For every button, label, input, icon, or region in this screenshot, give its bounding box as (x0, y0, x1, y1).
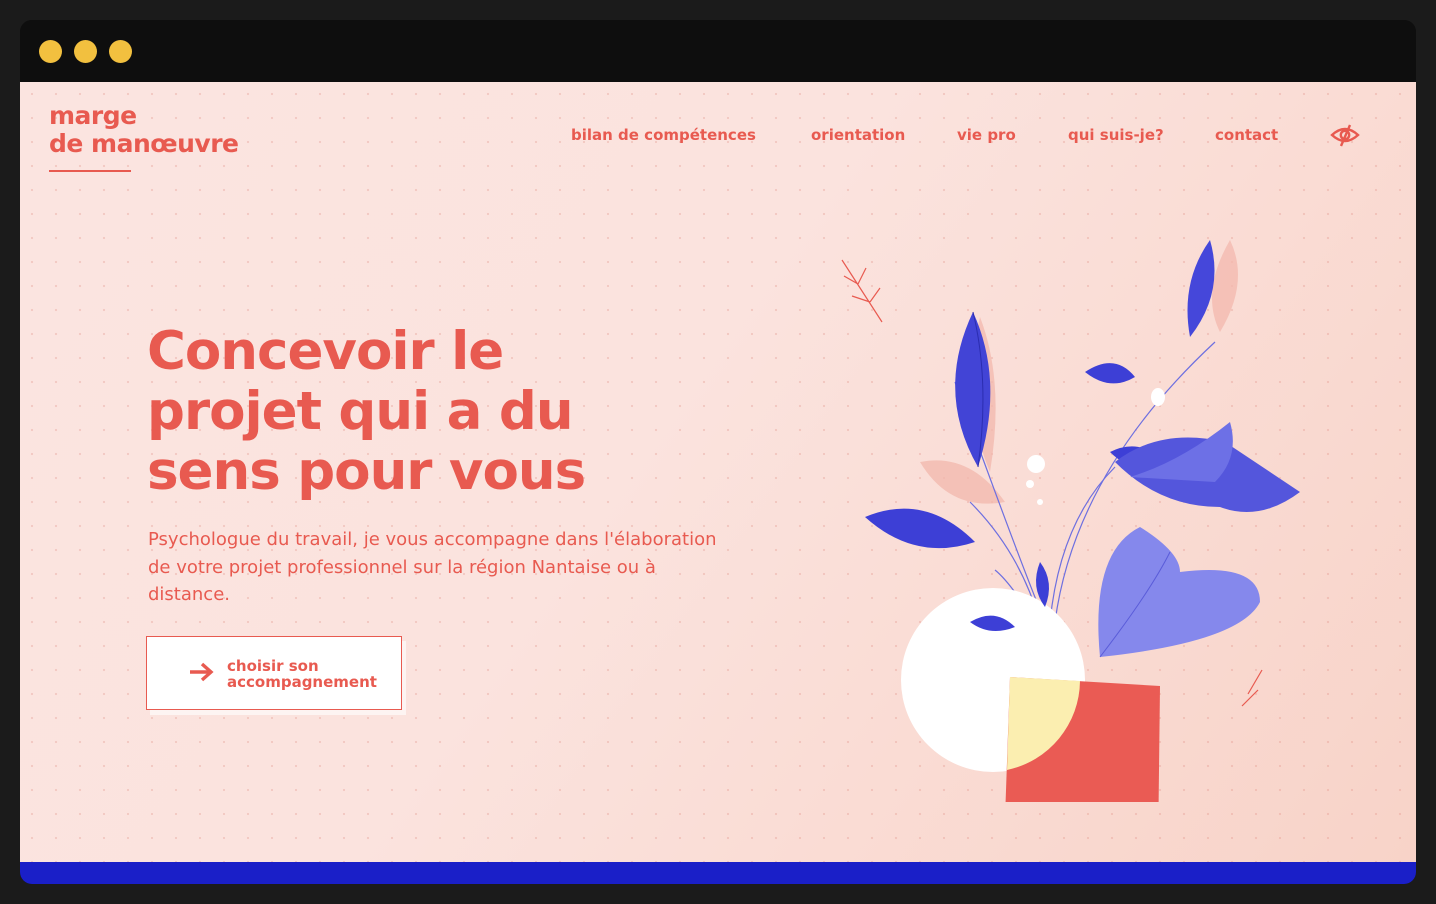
white-dot (1027, 455, 1045, 473)
hero-subtitle: Psychologue du travail, je vous accompag… (148, 529, 717, 605)
white-dot (1037, 499, 1043, 505)
nav-bilan-de-competences[interactable]: bilan de compétences (571, 126, 756, 144)
window-titlebar (20, 20, 1416, 82)
window-maximize-button[interactable] (109, 40, 132, 63)
dash-decoration (1241, 669, 1263, 707)
window-minimize-button[interactable] (74, 40, 97, 63)
logo-line-1: marge (49, 101, 137, 130)
eye-icon[interactable] (1330, 122, 1360, 148)
nav-vie-pro[interactable]: vie pro (957, 126, 1016, 144)
logo-line-2: de manœuvre (49, 129, 239, 158)
site-logo[interactable]: marge de manœuvre (49, 102, 239, 158)
headline-line-2: projet qui a du (147, 381, 574, 442)
white-dot (1026, 480, 1034, 488)
cta-label-line-2: accompagnement (227, 673, 377, 691)
plant-illustration (841, 240, 1300, 802)
nav-qui-suis-je[interactable]: qui suis-je? (1068, 126, 1164, 144)
nav-contact[interactable]: contact (1215, 126, 1278, 144)
choisir-accompagnement-button[interactable]: choisir son accompagnement (146, 636, 402, 710)
nav-orientation[interactable]: orientation (811, 126, 905, 144)
bottom-bar (20, 862, 1416, 884)
twig-decoration (841, 259, 883, 323)
blue-leaves (865, 240, 1300, 658)
white-dot (1151, 388, 1165, 406)
hero-headline: Concevoir le projet qui a du sens pour v… (147, 322, 727, 502)
landing-page: marge de manœuvre bilan de compétences o… (20, 82, 1416, 862)
logo-underline (49, 170, 131, 172)
browser-window: marge de manœuvre bilan de compétences o… (20, 20, 1416, 884)
headline-line-1: Concevoir le (147, 321, 504, 382)
cta-label-line-1: choisir son (227, 657, 319, 675)
arrow-right-icon (190, 662, 214, 682)
headline-line-3: sens pour vous (147, 441, 586, 502)
window-close-button[interactable] (39, 40, 62, 63)
cta-label: choisir son accompagnement (227, 658, 397, 690)
